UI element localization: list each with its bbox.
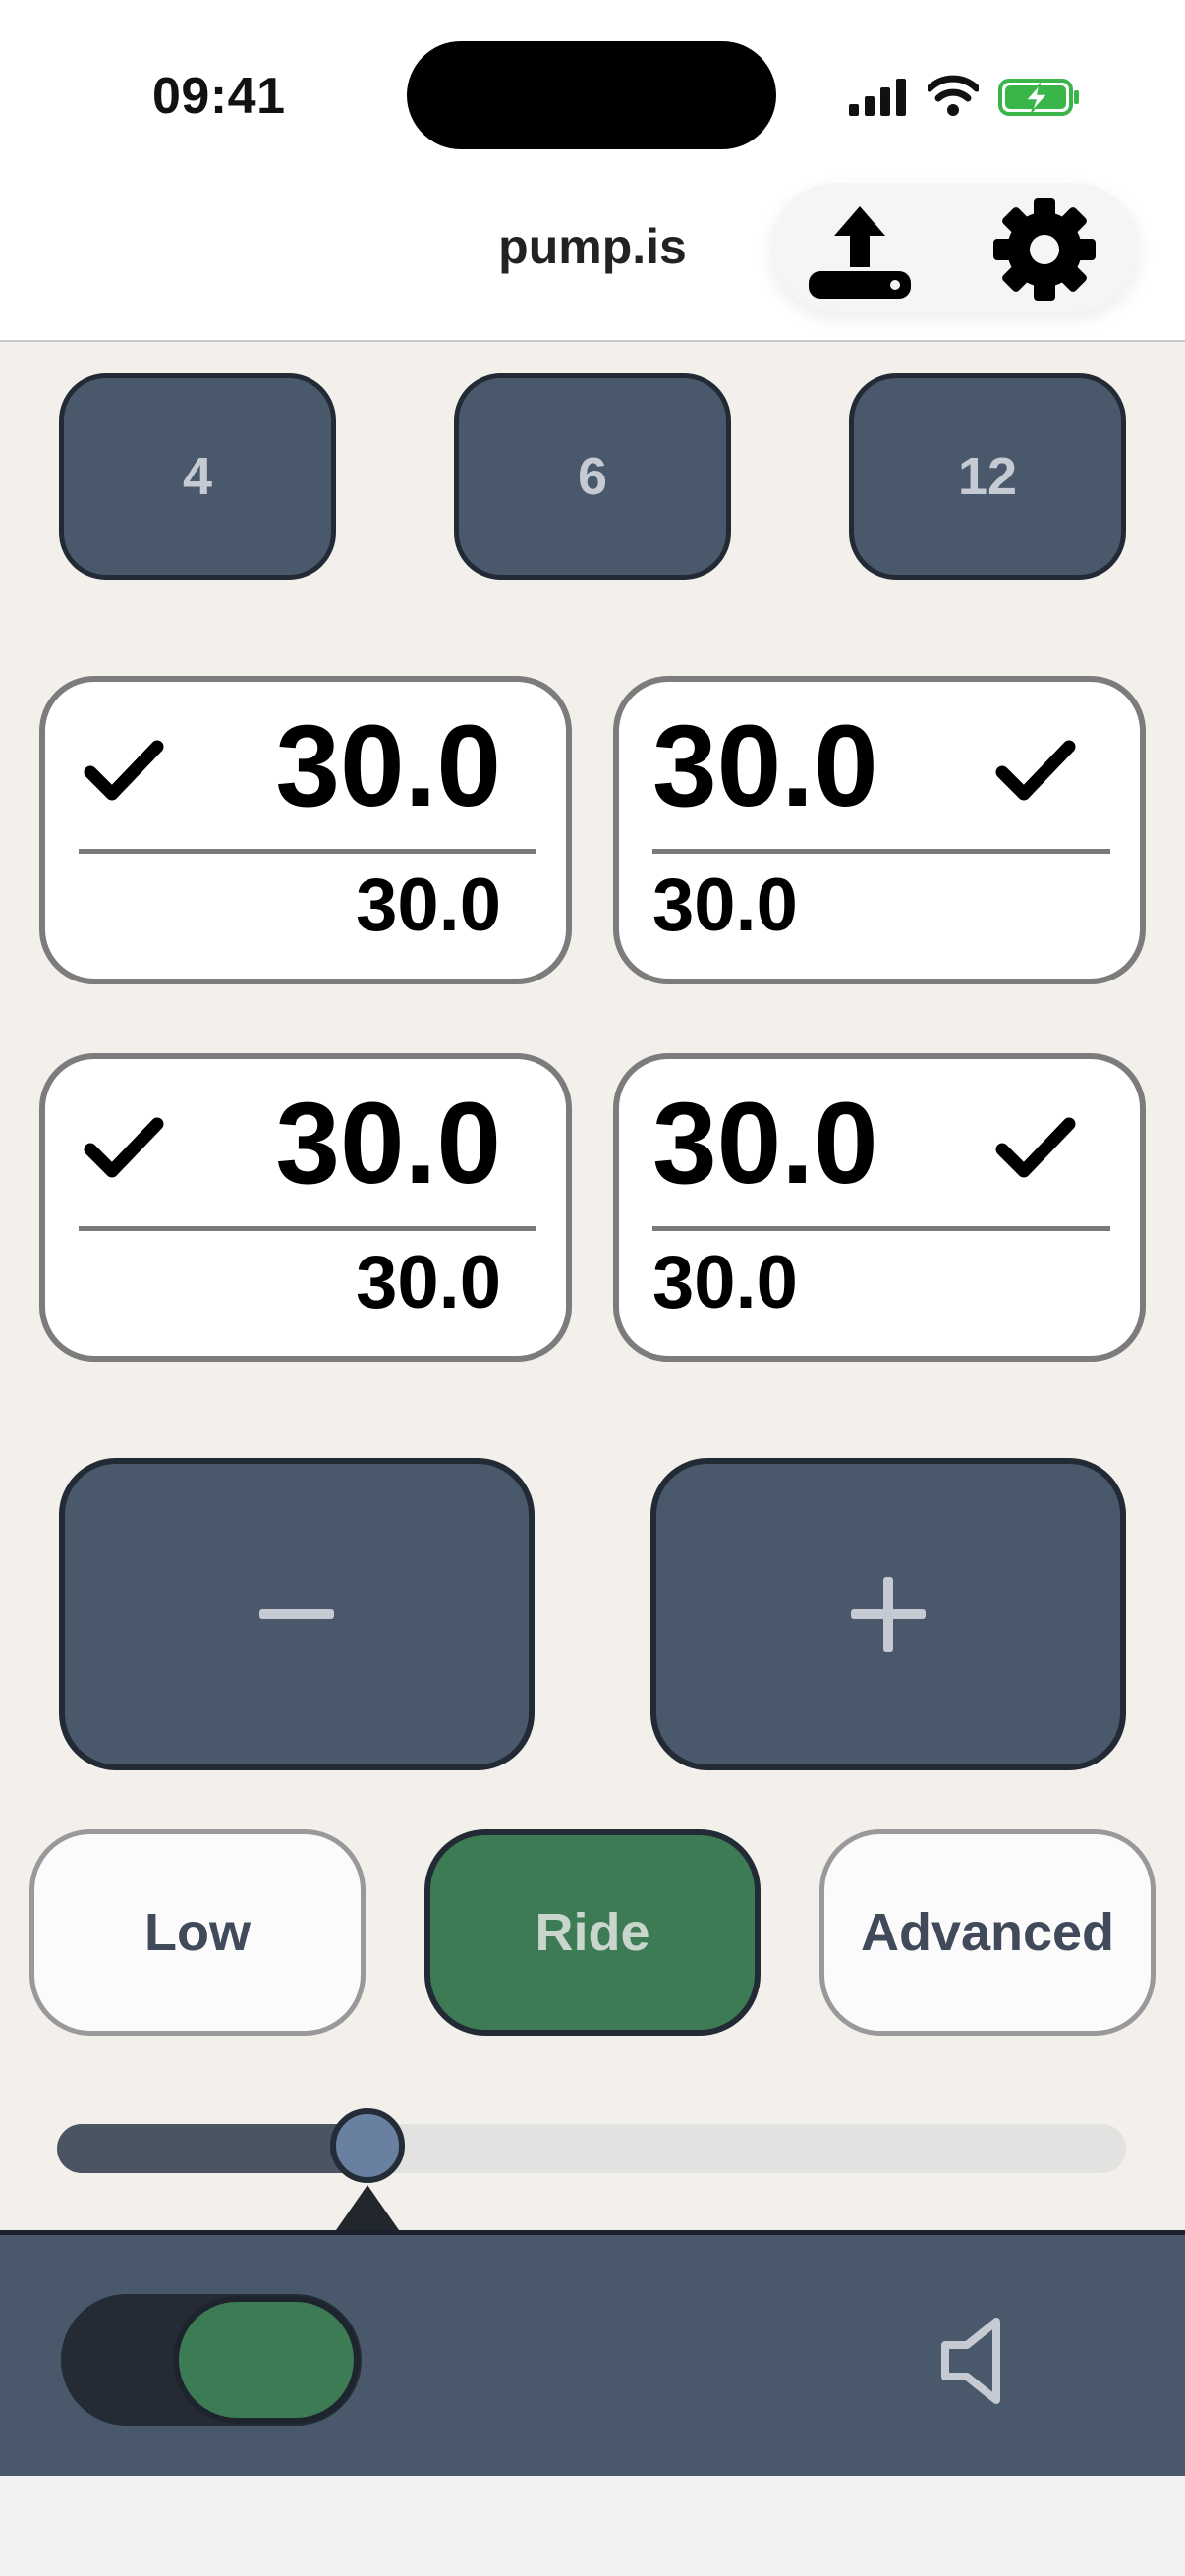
app-header: pump.is	[0, 177, 1185, 342]
preset-button-4[interactable]: 4	[59, 373, 336, 580]
preset-button-6[interactable]: 6	[454, 373, 731, 580]
reading-card-front-right[interactable]: 30.0 30.0	[613, 676, 1146, 984]
reading-primary-value: 30.0	[275, 1079, 501, 1208]
reading-secondary-value: 30.0	[652, 864, 798, 947]
reading-divider	[652, 1226, 1110, 1231]
power-toggle-knob	[173, 2296, 360, 2424]
reading-divider	[79, 1226, 536, 1231]
minus-icon	[259, 1609, 334, 1619]
reading-primary-value: 30.0	[275, 701, 501, 831]
main-panel: 4 6 12 30.0 30.0 30.0 30.0 30.0 30.0 30.…	[0, 344, 1185, 2230]
level-slider-thumb[interactable]	[329, 2108, 405, 2183]
reading-card-rear-left[interactable]: 30.0 30.0	[39, 1053, 572, 1362]
mode-button-ride[interactable]: Ride	[424, 1829, 761, 2036]
reading-card-front-left[interactable]: 30.0 30.0	[39, 676, 572, 984]
level-slider-track[interactable]	[57, 2124, 1126, 2173]
check-icon	[995, 740, 1076, 801]
battery-charging-icon	[998, 79, 1079, 116]
increment-button[interactable]	[650, 1458, 1126, 1770]
reading-secondary-value: 30.0	[652, 1241, 798, 1324]
reading-secondary-value: 30.0	[356, 1241, 501, 1324]
check-icon	[84, 1117, 164, 1178]
gear-icon[interactable]	[991, 196, 1098, 303]
status-bar: 09:41	[0, 0, 1185, 177]
level-marker-icon	[335, 2185, 399, 2230]
bottom-bar	[0, 2230, 1185, 2476]
check-icon	[995, 1117, 1076, 1178]
mode-button-low[interactable]: Low	[29, 1829, 366, 2036]
check-icon	[84, 740, 164, 801]
upload-icon[interactable]	[807, 196, 913, 303]
preset-button-12[interactable]: 12	[849, 373, 1126, 580]
reading-divider	[79, 849, 536, 854]
dynamic-island	[407, 41, 776, 149]
level-slider-fill	[57, 2124, 367, 2173]
reading-primary-value: 30.0	[652, 1079, 878, 1208]
reading-secondary-value: 30.0	[356, 864, 501, 947]
reading-divider	[652, 849, 1110, 854]
reading-card-rear-right[interactable]: 30.0 30.0	[613, 1053, 1146, 1362]
signal-icon	[849, 79, 906, 116]
plus-icon	[851, 1577, 926, 1652]
power-toggle[interactable]	[61, 2294, 362, 2426]
status-time: 09:41	[152, 68, 286, 125]
header-actions	[771, 183, 1139, 312]
mode-button-advanced[interactable]: Advanced	[819, 1829, 1156, 2036]
wifi-icon	[928, 75, 979, 116]
speaker-icon[interactable]	[937, 2316, 1028, 2406]
reading-primary-value: 30.0	[652, 701, 878, 831]
decrement-button[interactable]	[59, 1458, 535, 1770]
